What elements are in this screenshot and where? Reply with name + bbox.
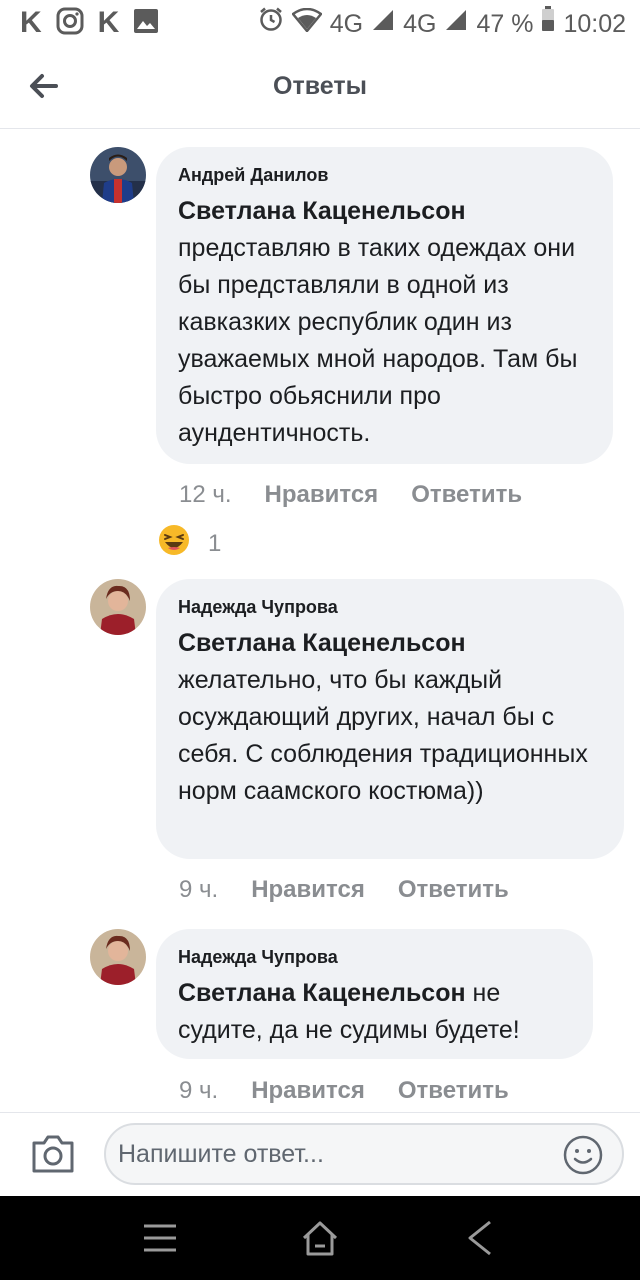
network-type-2: 4G — [403, 9, 437, 38]
network-type-1: 4G — [329, 9, 364, 38]
mention-link[interactable]: Светлана Каценельсон — [178, 197, 466, 225]
signal-icon-2 — [444, 7, 468, 41]
home-button[interactable] — [298, 1216, 342, 1260]
vk-notification-icon-2: K — [97, 6, 120, 39]
camera-icon — [32, 1135, 74, 1173]
comment-meta: 9 ч. Нравится Ответить — [179, 1077, 509, 1105]
instagram-icon — [56, 7, 84, 40]
comment-author[interactable]: Надежда Чупрова — [178, 595, 602, 619]
comment-meta: 12 ч. Нравится Ответить — [179, 481, 522, 509]
avatar[interactable] — [90, 929, 146, 985]
comment-text: Светлана Каценельсон представляю в таких … — [178, 193, 591, 452]
reply-button[interactable]: Ответить — [398, 1077, 509, 1105]
avatar[interactable] — [90, 579, 146, 635]
comment-time: 9 ч. — [179, 876, 219, 903]
like-button[interactable]: Нравится — [265, 481, 379, 509]
image-icon — [133, 8, 159, 39]
page-title: Ответы — [273, 72, 367, 100]
signal-icon — [371, 7, 395, 41]
status-bar-notifications: K K — [20, 6, 159, 40]
comment-author[interactable]: Андрей Данилов — [178, 163, 591, 187]
system-nav-bar — [0, 1196, 640, 1280]
like-button[interactable]: Нравится — [251, 876, 365, 904]
wifi-icon — [290, 7, 323, 41]
comment-text: Светлана Каценельсон не судите, да не су… — [178, 975, 571, 1049]
alarm-icon — [258, 6, 284, 41]
comment-body: желательно, что бы каждый осуждающий дру… — [178, 666, 588, 805]
status-bar: K K 4G 4G 47 % 10:02 — [0, 0, 640, 48]
comment-meta: 9 ч. Нравится Ответить — [179, 876, 509, 904]
reply-button[interactable]: Ответить — [398, 876, 509, 904]
mention-link[interactable]: Светлана Каценельсон — [178, 979, 466, 1007]
comment-body: представляю в таких одеждах они бы предс… — [178, 234, 578, 447]
comment-bubble: Надежда Чупрова Светлана Каценельсон жела… — [156, 579, 624, 859]
back-nav-button[interactable] — [458, 1216, 502, 1260]
reaction-count: 1 — [208, 529, 222, 557]
laughing-emoji-icon — [158, 524, 190, 563]
reply-input[interactable] — [104, 1123, 624, 1185]
battery-percent: 47 % — [476, 9, 534, 38]
comment-text: Светлана Каценельсон желательно, что бы к… — [178, 625, 602, 810]
reply-composer — [0, 1112, 640, 1197]
menu-icon — [144, 1224, 176, 1252]
mention-link[interactable]: Светлана Каценельсон — [178, 629, 466, 657]
home-icon — [302, 1221, 338, 1256]
smiley-icon — [563, 1135, 603, 1175]
comment-bubble: Надежда Чупрова Светлана Каценельсон не … — [156, 929, 593, 1059]
camera-button[interactable] — [30, 1133, 76, 1175]
clock-time: 10:02 — [563, 9, 626, 38]
reaction-summary[interactable]: 1 — [158, 524, 221, 563]
battery-icon — [541, 6, 555, 41]
reply-button[interactable]: Ответить — [411, 481, 522, 509]
comment-author[interactable]: Надежда Чупрова — [178, 945, 571, 969]
avatar[interactable] — [90, 147, 146, 203]
comment-time: 12 ч. — [179, 481, 232, 508]
like-button[interactable]: Нравится — [251, 1077, 365, 1105]
header: Ответы — [0, 48, 640, 129]
back-chevron-icon — [468, 1220, 491, 1256]
emoji-button[interactable] — [562, 1134, 604, 1176]
comment-bubble: Андрей Данилов Светлана Каценельсон предс… — [156, 147, 613, 464]
vk-notification-icon: K — [20, 6, 42, 39]
recent-apps-button[interactable] — [138, 1216, 182, 1260]
status-bar-system: 4G 4G 47 % 10:02 — [258, 6, 626, 41]
comment-time: 9 ч. — [179, 1077, 219, 1104]
